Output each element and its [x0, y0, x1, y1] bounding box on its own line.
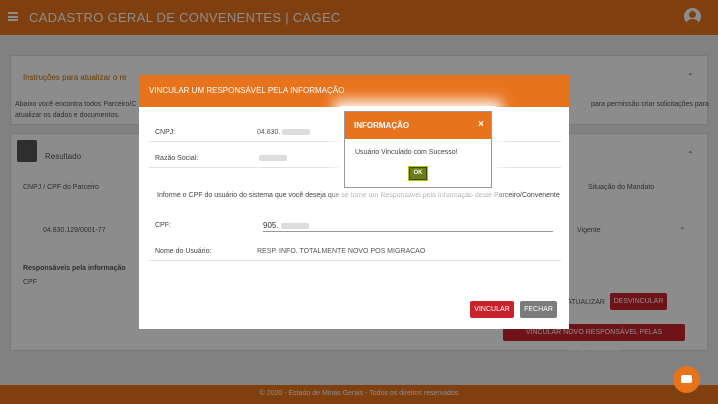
- alert-message: Usuário Vinculado com Sucesso!: [355, 149, 458, 156]
- redacted-block: [282, 129, 311, 136]
- cnpj-label: CNPJ:: [155, 129, 176, 136]
- razao-label: Razão Social:: [155, 155, 199, 162]
- close-icon[interactable]: ×: [478, 119, 484, 130]
- razao-value: [257, 155, 287, 162]
- vincular-button[interactable]: VINCULAR: [470, 301, 514, 318]
- nome-label: Nome do Usuário:: [155, 248, 212, 255]
- modal-header: VINCULAR UM RESPONSÁVEL PELA INFORMAÇÃO: [139, 75, 569, 107]
- info-alert: INFORMAÇÃO × Usuário Vinculado com Suces…: [344, 111, 492, 188]
- alert-header: INFORMAÇÃO ×: [345, 112, 491, 139]
- cnpj-value-text: 04.830.: [257, 129, 281, 136]
- redacted-block: [280, 222, 309, 229]
- modal-instructions: Informe o CPF do usuário do sistema que …: [157, 192, 560, 199]
- alert-title: INFORMAÇÃO: [354, 121, 410, 130]
- cnpj-value: 04.830.: [257, 129, 311, 136]
- fechar-button[interactable]: FECHAR: [520, 301, 557, 318]
- cpf-input-text: 905.: [263, 221, 279, 230]
- redacted-block: [259, 155, 287, 162]
- nome-value: RESP. INFO. TOTALMENTE NOVO POS MIGRACAO: [257, 248, 426, 255]
- divider: [149, 260, 561, 261]
- cpf-label: CPF:: [155, 222, 171, 229]
- chat-icon[interactable]: [673, 366, 700, 393]
- modal-title: VINCULAR UM RESPONSÁVEL PELA INFORMAÇÃO: [149, 86, 345, 95]
- ok-button[interactable]: OK: [408, 166, 428, 181]
- cpf-input[interactable]: 905.: [263, 221, 553, 232]
